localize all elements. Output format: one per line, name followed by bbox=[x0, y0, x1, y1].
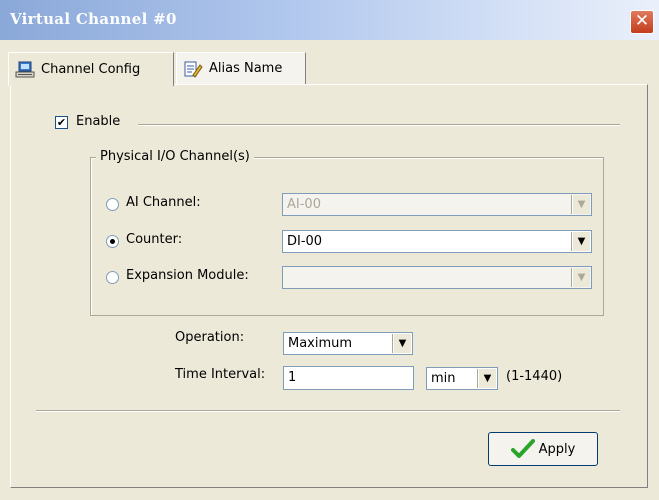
title-bar: Virtual Channel #0 ✕ bbox=[0, 0, 659, 40]
monitor-config-icon bbox=[15, 61, 35, 77]
bottom-separator bbox=[36, 410, 620, 412]
tab-channel-config[interactable]: Channel Config bbox=[8, 52, 174, 86]
chevron-down-icon[interactable]: ▼ bbox=[478, 369, 496, 388]
ai-channel-label: AI Channel: bbox=[126, 195, 201, 210]
green-checkmark-icon bbox=[510, 439, 535, 458]
chevron-down-icon[interactable]: ▼ bbox=[572, 232, 590, 251]
enable-label: Enable bbox=[76, 114, 121, 129]
operation-label: Operation: bbox=[175, 330, 245, 345]
chevron-down-icon[interactable]: ▼ bbox=[572, 268, 590, 287]
chevron-down-icon[interactable]: ▼ bbox=[393, 334, 411, 353]
expansion-module-radio[interactable] bbox=[106, 271, 119, 284]
time-interval-range: (1-1440) bbox=[506, 369, 563, 384]
enable-separator bbox=[138, 124, 620, 126]
tab-label: Channel Config bbox=[41, 62, 141, 77]
physical-io-group-title: Physical I/O Channel(s) bbox=[96, 149, 254, 164]
operation-select[interactable]: Maximum ▼ bbox=[283, 332, 413, 355]
close-button[interactable]: ✕ bbox=[630, 10, 654, 34]
operation-value: Maximum bbox=[288, 336, 353, 351]
ai-channel-value: AI-00 bbox=[287, 197, 321, 212]
time-interval-label: Time Interval: bbox=[175, 367, 266, 382]
enable-checkbox[interactable]: ✔ bbox=[55, 116, 68, 129]
window-title: Virtual Channel #0 bbox=[10, 10, 177, 28]
tab-alias-name[interactable]: Alias Name bbox=[176, 52, 306, 84]
ai-channel-radio[interactable] bbox=[106, 198, 119, 211]
check-mark-icon: ✔ bbox=[56, 116, 67, 129]
counter-radio[interactable] bbox=[106, 235, 119, 248]
time-unit-value: min bbox=[431, 371, 456, 386]
expansion-module-select[interactable]: ▼ bbox=[282, 266, 592, 289]
time-interval-value: 1 bbox=[288, 370, 297, 385]
ai-channel-select[interactable]: AI-00 ▼ bbox=[282, 193, 592, 216]
counter-label: Counter: bbox=[126, 232, 183, 247]
chevron-down-icon[interactable]: ▼ bbox=[572, 195, 590, 214]
expansion-module-label: Expansion Module: bbox=[126, 268, 249, 283]
counter-select[interactable]: DI-00 ▼ bbox=[282, 230, 592, 253]
close-icon: ✕ bbox=[634, 11, 650, 31]
tab-label: Alias Name bbox=[209, 61, 283, 76]
apply-label: Apply bbox=[538, 441, 576, 457]
time-unit-select[interactable]: min ▼ bbox=[426, 367, 498, 390]
counter-value: DI-00 bbox=[287, 234, 323, 249]
radio-dot bbox=[110, 239, 115, 244]
apply-button[interactable]: Apply bbox=[488, 432, 598, 466]
notepad-edit-icon bbox=[184, 61, 203, 78]
time-interval-input[interactable]: 1 bbox=[283, 366, 414, 390]
